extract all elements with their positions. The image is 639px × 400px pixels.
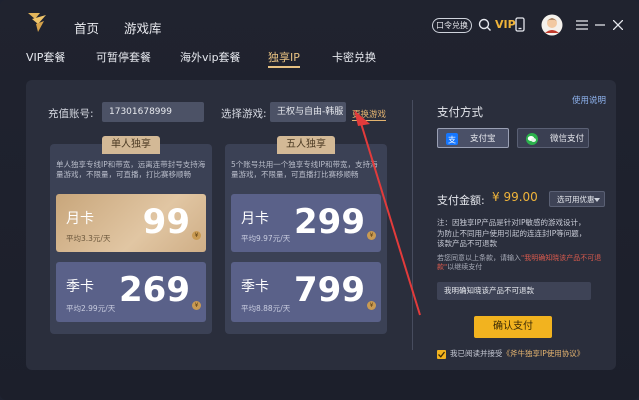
note-line: 为防止不同用户使用引起的连连封IP等问题， xyxy=(437,228,587,238)
alipay-label: 支付宝 xyxy=(470,134,496,144)
agree-text: 我已阅读并接受《斧牛独享IP使用协议》 xyxy=(450,349,584,360)
alipay-icon: 支 xyxy=(446,133,458,145)
note-line: 该款产品不可退款 xyxy=(437,239,497,248)
agree-prefix: 我已阅读并接受 xyxy=(450,349,503,358)
game-select[interactable]: 王权与自由-韩服 xyxy=(270,102,346,122)
confirm-text-input[interactable]: 我明确知晓该产品不可退款 xyxy=(437,282,591,300)
coin-icon: ¥ xyxy=(192,301,201,310)
payment-title: 支付方式 xyxy=(437,105,483,119)
option-price: 99 xyxy=(142,202,190,242)
nav-game-library[interactable]: 游戏库 xyxy=(124,18,162,37)
nav-home[interactable]: 首页 xyxy=(74,18,99,37)
svg-text:支: 支 xyxy=(448,135,456,145)
price-option-quarterly[interactable]: 季卡 平均2.99元/天 269 ¥ xyxy=(56,262,206,322)
price-option-monthly[interactable]: 月卡 平均3.3元/天 99 ¥ xyxy=(56,194,206,252)
menu-icon[interactable] xyxy=(576,20,588,30)
search-icon[interactable] xyxy=(478,18,492,32)
close-icon[interactable] xyxy=(613,20,623,30)
amount-label: 支付金额: xyxy=(437,194,485,207)
amount-value: ¥ 99.00 xyxy=(492,190,538,204)
instruction-text: 若您同意以上条款，请输入 xyxy=(437,254,521,262)
refund-note: 注：因独享IP产品是针对IP敏感的游戏设计， 为防止不同用户使用引起的连连封IP… xyxy=(437,218,607,250)
option-name: 月卡 xyxy=(66,211,94,227)
coupon-select[interactable]: 选可用优惠 xyxy=(549,191,605,207)
chevron-down-icon xyxy=(594,198,600,202)
option-daily-price: 平均2.99元/天 xyxy=(66,304,116,313)
tab-card-redeem[interactable]: 卡密兑换 xyxy=(332,49,376,65)
tab-exclusive-ip[interactable]: 独享IP xyxy=(268,49,300,65)
plan-tab-single: 单人独享 xyxy=(102,136,160,154)
account-input[interactable]: 17301678999 xyxy=(102,102,204,122)
note-line: 注：因独享IP产品是针对IP敏感的游戏设计， xyxy=(437,218,586,227)
wechat-label: 微信支付 xyxy=(550,134,585,144)
option-name: 季卡 xyxy=(66,279,94,295)
tab-overseas-vip[interactable]: 海外vip套餐 xyxy=(180,49,241,65)
option-daily-price: 平均3.3元/天 xyxy=(66,234,111,243)
minimize-icon[interactable] xyxy=(595,24,605,26)
alipay-button[interactable]: 支 支付宝 xyxy=(437,128,509,148)
vip-badge[interactable]: VIP xyxy=(495,18,516,31)
avatar[interactable] xyxy=(541,14,563,36)
main-panel: 充值账号: 17301678999 选择游戏: 王权与自由-韩服 更换游戏 使用… xyxy=(26,80,616,370)
sub-tabs: VIP套餐 可暂停套餐 海外vip套餐 独享IP 卡密兑换 xyxy=(0,44,639,68)
option-daily-price: 平均9.97元/天 xyxy=(241,234,291,243)
game-label: 选择游戏: xyxy=(221,108,267,120)
annotation-arrow xyxy=(354,110,421,316)
tab-pausable-package[interactable]: 可暂停套餐 xyxy=(96,49,151,65)
option-name: 月卡 xyxy=(241,211,269,227)
phone-icon[interactable] xyxy=(515,17,525,32)
agree-checkbox[interactable] xyxy=(437,350,446,359)
option-daily-price: 平均8.88元/天 xyxy=(241,304,291,313)
option-name: 季卡 xyxy=(241,279,269,295)
tab-vip-package[interactable]: VIP套餐 xyxy=(26,49,65,65)
instruction-text: 以继续支付 xyxy=(447,263,483,271)
wechat-pay-button[interactable]: 微信支付 xyxy=(517,128,589,148)
check-icon xyxy=(438,351,445,358)
plan-tab-five: 五人独享 xyxy=(277,136,335,154)
agreement-link[interactable]: 《斧牛独享IP使用协议》 xyxy=(503,349,585,358)
confirm-pay-button[interactable]: 确认支付 xyxy=(474,316,552,338)
code-redeem-button[interactable]: 口令兑换 xyxy=(432,18,472,33)
app-logo-icon xyxy=(28,13,46,32)
wechat-icon xyxy=(526,133,538,145)
active-tab-indicator xyxy=(268,66,300,68)
confirm-instruction: 若您同意以上条款，请输入"我明确知晓该产品不可退款"以继续支付 xyxy=(437,254,609,272)
app-window: 首页 游戏库 口令兑换 VIP VIP套餐 可暂停套餐 海外vip套餐 独享IP… xyxy=(0,0,639,400)
coin-icon: ¥ xyxy=(192,231,201,240)
help-link[interactable]: 使用说明 xyxy=(572,94,606,106)
account-label: 充值账号: xyxy=(48,108,94,120)
coupon-label: 选可用优惠 xyxy=(557,195,595,204)
title-bar: 首页 游戏库 口令兑换 VIP xyxy=(0,0,639,42)
option-price: 269 xyxy=(119,270,190,310)
plan-desc: 单人独享专线IP和带宽，远离连带封号支持海量游戏，不限量，可直播，打比赛移顺畅 xyxy=(56,160,206,179)
plan-card-single: 单人独享 单人独享专线IP和带宽，远离连带封号支持海量游戏，不限量，可直播，打比… xyxy=(50,136,212,334)
